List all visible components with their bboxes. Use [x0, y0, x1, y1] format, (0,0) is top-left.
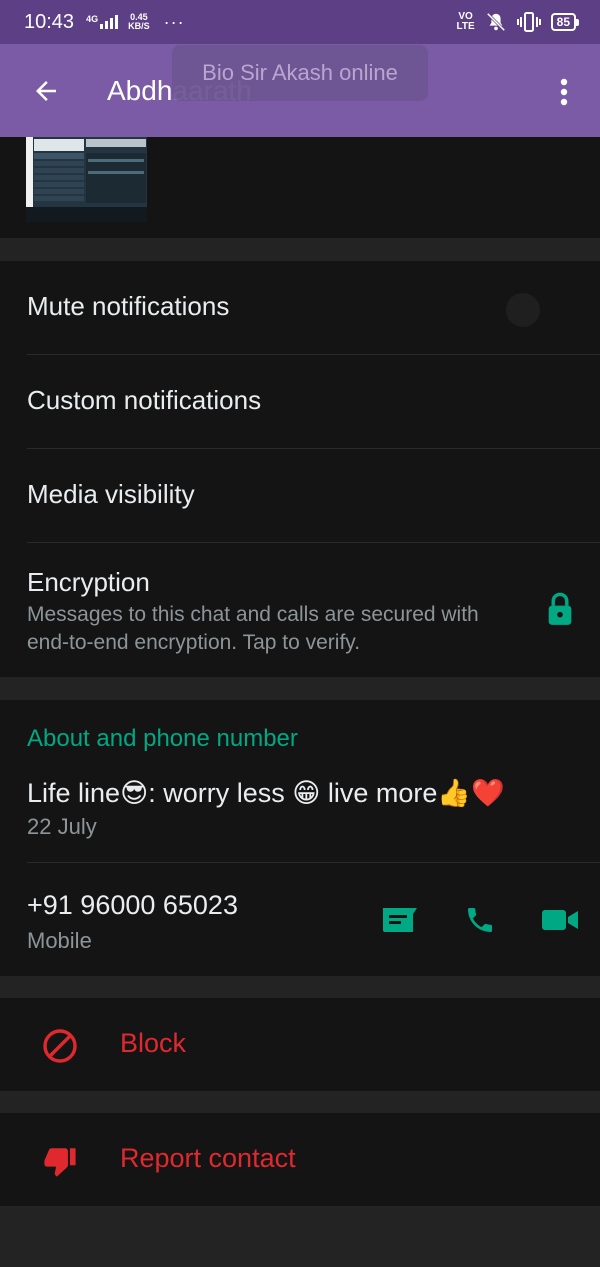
encryption-label: Encryption	[27, 567, 150, 597]
custom-notifications-label: Custom notifications	[27, 385, 262, 415]
encryption-description: Messages to this chat and calls are secu…	[27, 603, 479, 654]
report-contact-row[interactable]: Report contact	[0, 1113, 600, 1206]
phone-icon	[468, 908, 492, 932]
divider	[27, 862, 600, 863]
media-visibility-label: Media visibility	[27, 479, 195, 509]
video-icon	[542, 910, 578, 930]
mute-notifications-label: Mute notifications	[27, 291, 230, 321]
about-panel: About and phone number Life line😎: worry…	[0, 700, 600, 976]
about-section-title: About and phone number	[27, 725, 298, 752]
mute-notifications-row[interactable]: Mute notifications	[0, 261, 600, 354]
network-type: 4G	[86, 14, 99, 24]
message-button[interactable]	[380, 900, 420, 940]
back-arrow-icon	[36, 80, 56, 101]
media-thumbnail-image	[26, 137, 147, 222]
chat-settings-panel: Mute notifications Custom notifications …	[0, 261, 600, 677]
about-text: Life line😎: worry less 😁 live more👍❤️	[27, 778, 505, 808]
vibrate-icon	[516, 12, 541, 32]
report-contact-label: Report contact	[120, 1143, 296, 1173]
lock-icon	[548, 592, 572, 625]
block-icon	[40, 1026, 80, 1066]
status-time: 10:43	[24, 10, 75, 33]
mute-bell-icon	[486, 12, 505, 32]
battery-icon: 85	[550, 13, 580, 31]
more-options-button[interactable]	[544, 72, 584, 112]
block-label: Block	[120, 1028, 187, 1058]
status-right-icons: VO LTE 85	[456, 11, 580, 33]
status-left-icons: 4G 0.45 KB/S ···	[86, 13, 185, 31]
phone-number[interactable]: +91 96000 65023	[27, 890, 238, 921]
media-panel	[0, 137, 600, 238]
more-vert-icon	[560, 78, 568, 106]
about-date: 22 July	[27, 814, 97, 839]
data-speed: 0.45 KB/S	[128, 12, 150, 31]
custom-notifications-row[interactable]: Custom notifications	[0, 355, 600, 448]
volte-icon: VO LTE	[456, 11, 475, 32]
signal-icon: 4G	[86, 14, 119, 29]
block-row[interactable]: Block	[0, 998, 600, 1091]
video-call-button[interactable]	[540, 900, 580, 940]
more-notifications-icon: ···	[163, 11, 185, 32]
online-toast: Bio Sir Akash online	[172, 45, 428, 101]
status-bar: 10:43 4G 0.45 KB/S ··· VO LTE 85	[0, 0, 600, 44]
back-button[interactable]	[0, 44, 92, 137]
phone-type: Mobile	[27, 928, 92, 953]
media-thumbnail[interactable]	[26, 137, 147, 222]
thumbs-down-icon	[40, 1141, 80, 1181]
mute-toggle[interactable]	[506, 293, 540, 327]
message-icon	[383, 908, 417, 932]
media-visibility-row[interactable]: Media visibility	[0, 449, 600, 542]
voice-call-button[interactable]	[460, 900, 500, 940]
